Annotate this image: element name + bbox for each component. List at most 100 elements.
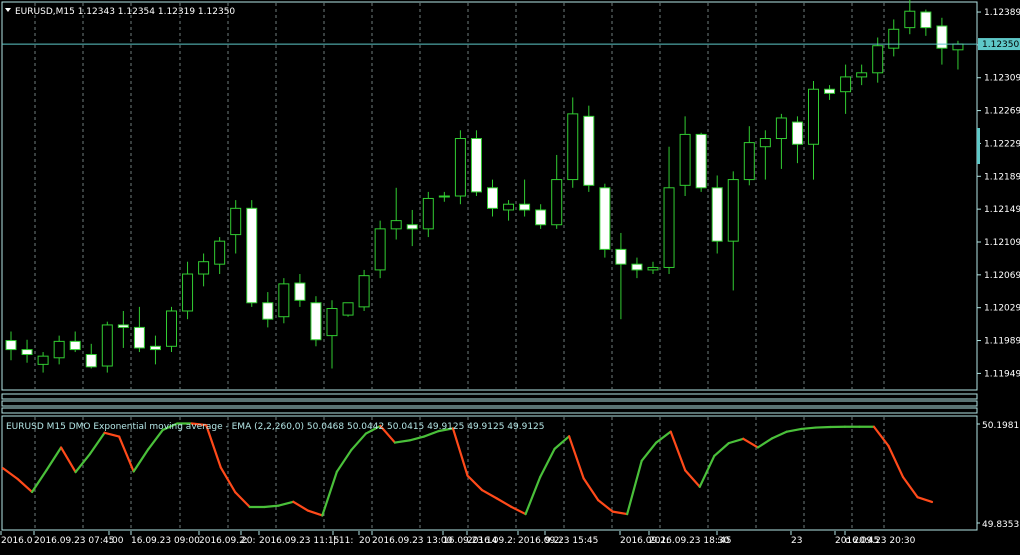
price-tick-label: 1.12109 bbox=[984, 238, 1020, 248]
candle-body-bear bbox=[632, 264, 642, 270]
candle bbox=[600, 184, 610, 258]
candle-body-bear bbox=[520, 204, 530, 210]
time-tick-label: o 20:45 bbox=[845, 536, 879, 546]
candle-body-bull bbox=[359, 276, 369, 307]
price-tick-label: 1.12029 bbox=[984, 304, 1020, 314]
candle-body-bull bbox=[776, 118, 786, 139]
candle-body-bull bbox=[455, 139, 465, 196]
indicator-title: EURUSD M15 DMO Exponential moving averag… bbox=[6, 422, 545, 432]
candle-body-bear bbox=[921, 12, 931, 28]
candle-body-bull bbox=[215, 241, 225, 264]
current-price-label: 1.12350 bbox=[982, 40, 1019, 50]
candle bbox=[311, 296, 321, 346]
time-tick-label: 2016.09.2: bbox=[467, 536, 516, 546]
ema-segment-rising bbox=[264, 506, 279, 507]
candle bbox=[279, 278, 289, 323]
candle bbox=[167, 307, 177, 352]
candle-body-bull bbox=[343, 303, 353, 315]
candle-body-bear bbox=[70, 341, 80, 349]
subwindow-strip-1[interactable] bbox=[2, 394, 977, 399]
candle-body-bear bbox=[22, 350, 32, 355]
candle-body-bear bbox=[696, 134, 706, 187]
candle-body-bull bbox=[54, 341, 64, 357]
candle-body-bear bbox=[600, 188, 610, 250]
time-tick-label: 9.2: bbox=[545, 536, 562, 546]
candle-body-bull bbox=[809, 89, 819, 144]
candle-body-bear bbox=[407, 225, 417, 229]
candle-body-bull bbox=[664, 188, 674, 268]
candle bbox=[343, 303, 353, 317]
main-chart-title: EURUSD,M15 1.12343 1.12354 1.12319 1.123… bbox=[15, 7, 235, 17]
candle-body-bear bbox=[584, 116, 594, 185]
price-tick-label: 1.12389 bbox=[984, 8, 1020, 18]
candle-body-bull bbox=[102, 325, 112, 366]
collapsed-subwindows bbox=[2, 394, 977, 413]
candle-body-bear bbox=[118, 325, 128, 327]
price-tick-label: 1.11949 bbox=[984, 369, 1020, 379]
time-tick-label: 16.09.23 09:00 bbox=[131, 536, 200, 546]
candle bbox=[102, 322, 112, 373]
main-chart-header: EURUSD,M15 1.12343 1.12354 1.12319 1.123… bbox=[5, 7, 235, 17]
candle-body-bull bbox=[953, 44, 963, 50]
time-tick-label: 2016.09.23 07:45 bbox=[34, 536, 114, 546]
time-tick-label: 20 bbox=[359, 536, 371, 546]
indicator-bottom-level: 49.8353 bbox=[982, 520, 1019, 530]
ema-segment-rising bbox=[801, 428, 816, 429]
candle-body-bull bbox=[167, 311, 177, 346]
candle-body-bull bbox=[199, 262, 209, 274]
candle-body-bull bbox=[391, 221, 401, 229]
candle-body-bull bbox=[552, 180, 562, 225]
time-tick-label: :45 bbox=[717, 536, 731, 546]
time-tick-label: 23 bbox=[791, 536, 802, 546]
candle bbox=[455, 130, 465, 204]
candle-body-bear bbox=[712, 188, 722, 241]
candle bbox=[375, 221, 385, 278]
time-tick-label: 2016.09.23 11:15 bbox=[259, 536, 339, 546]
ema-segment-rising bbox=[816, 427, 831, 428]
subwindow-strip-2[interactable] bbox=[2, 401, 977, 406]
candle-body-bull bbox=[760, 139, 770, 147]
scrollbar-handle[interactable] bbox=[977, 128, 980, 164]
candle-body-bear bbox=[937, 26, 947, 48]
candle-body-bear bbox=[825, 89, 835, 93]
price-tick-label: 1.12149 bbox=[984, 205, 1020, 215]
trading-terminal-chart-window: EURUSD,M15 1.12343 1.12354 1.12319 1.123… bbox=[0, 0, 1020, 551]
time-tick-label: 20: bbox=[241, 536, 255, 546]
candle-body-bull bbox=[439, 196, 449, 197]
candle-body-bull bbox=[183, 274, 193, 311]
candle-body-bear bbox=[295, 283, 305, 300]
candle-body-bull bbox=[889, 29, 899, 48]
candle bbox=[247, 200, 257, 307]
candle-body-bear bbox=[471, 139, 481, 192]
time-tick-label: | 11: bbox=[333, 536, 353, 546]
candle-body-bear bbox=[150, 346, 160, 349]
price-tick-label: 1.12069 bbox=[984, 271, 1020, 281]
candle-body-bull bbox=[327, 309, 337, 336]
time-tick-label: 2016.0 bbox=[1, 536, 33, 546]
price-tick-label: 1.11989 bbox=[984, 337, 1020, 347]
candle-body-bear bbox=[247, 208, 257, 302]
candle-body-bull bbox=[279, 284, 289, 317]
price-tick-label: 1.12229 bbox=[984, 139, 1020, 149]
candle-body-bear bbox=[86, 355, 96, 367]
subwindow-strip-3[interactable] bbox=[2, 408, 977, 413]
candle bbox=[471, 130, 481, 196]
candle-body-bull bbox=[680, 134, 690, 185]
candle-body-bull bbox=[905, 11, 915, 27]
candle-body-bull bbox=[857, 73, 867, 77]
price-tick-label: 1.12269 bbox=[984, 107, 1020, 117]
candle-body-bull bbox=[873, 46, 883, 73]
time-tick-label: :00 bbox=[109, 536, 124, 546]
candle-body-bull bbox=[648, 267, 658, 269]
chart-canvas[interactable]: EURUSD,M15 1.12343 1.12354 1.12319 1.123… bbox=[0, 0, 1020, 551]
candle-body-bull bbox=[231, 208, 241, 234]
candle-body-bull bbox=[728, 180, 738, 242]
indicator-top-level: 50.1981 bbox=[982, 421, 1019, 431]
candle-body-bear bbox=[536, 210, 546, 225]
candle-body-bear bbox=[134, 327, 144, 348]
candle-body-bull bbox=[568, 114, 578, 180]
candle-body-bull bbox=[38, 356, 48, 364]
candle bbox=[584, 106, 594, 192]
candle-body-bull bbox=[375, 229, 385, 270]
time-tick-label: 2016.09.23 13:00 bbox=[372, 536, 453, 546]
